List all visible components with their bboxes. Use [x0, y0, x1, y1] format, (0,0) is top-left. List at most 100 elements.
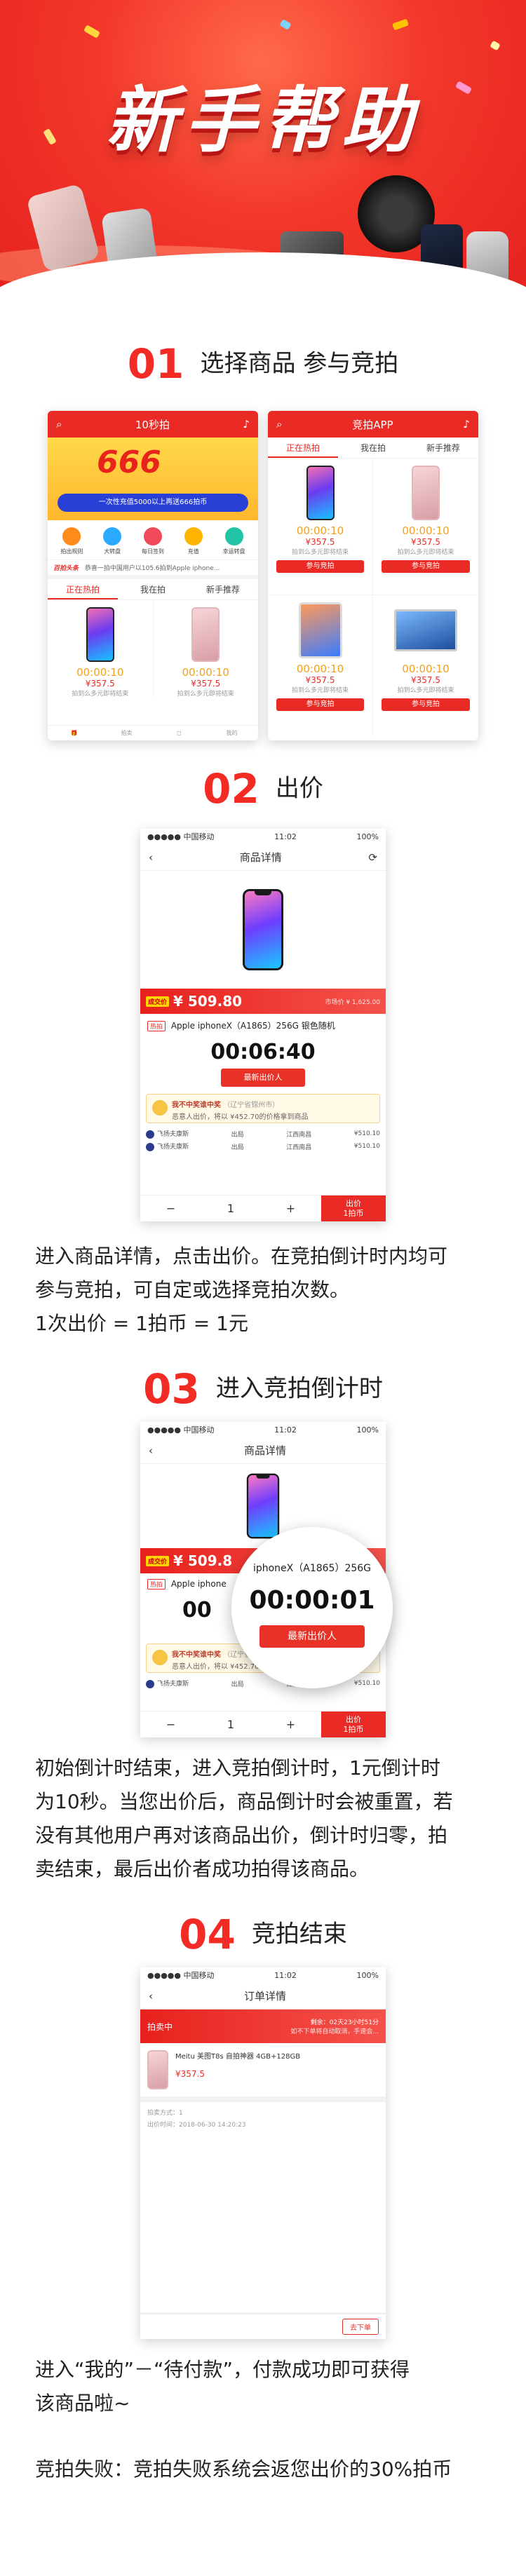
latest-bidder-card: 我不中奖谁中奖 （辽宁省锦州市） 恶意人出价，将以 ¥452.70的价格拿到商品: [146, 1094, 380, 1123]
product-card[interactable]: 00:00:10 ¥357.5 拍到么多元即将结束: [154, 600, 259, 698]
tab-newbie[interactable]: 新手推荐: [188, 579, 258, 599]
hot-tag: 热拍: [147, 1021, 166, 1031]
home-product-grid: 00:00:10 ¥357.5 拍到么多元即将结束 00:00:10 ¥357.…: [48, 600, 258, 698]
bell-icon[interactable]: ♪: [463, 418, 470, 431]
quantity-stepper: − 1 +: [140, 1711, 321, 1737]
list-tabs: 正在热拍 我在拍 新手推荐: [268, 438, 478, 459]
join-auction-button[interactable]: 参与竞拍: [382, 698, 470, 711]
plus-button[interactable]: +: [286, 1718, 295, 1731]
tab-newbie[interactable]: 新手推荐: [408, 438, 478, 458]
order-product-price: ¥357.5: [175, 2069, 205, 2079]
quick-icon-signin[interactable]: 每日签到: [142, 527, 164, 555]
back-icon[interactable]: ‹: [149, 851, 153, 864]
news-ticker[interactable]: 百拍头条 恭喜一拍中国用户以105.6拍到Apple iphone...: [48, 560, 258, 579]
bid-action-bar: − 1 + 出价 1拍币: [140, 1195, 386, 1221]
place-order-button[interactable]: 去下单: [342, 2319, 379, 2335]
product-card[interactable]: 00:00:10 ¥357.5 拍到么多元即将结束 参与竞拍: [373, 459, 478, 595]
gift-icon[interactable]: 🎁: [48, 726, 100, 740]
quantity-value[interactable]: 1: [227, 1718, 234, 1731]
order-meta-line: 出价时间：2018-06-30 14:20:23: [147, 2122, 246, 2129]
bell-icon[interactable]: ♪: [243, 418, 250, 431]
step-heading-1: 01 选择商品 参与竞拍: [0, 337, 526, 390]
order-product-row[interactable]: Meitu 美图T8s 自拍神器 4GB+128GB ¥357.5: [140, 2043, 386, 2096]
quick-icon-rules[interactable]: 拍出规则: [60, 527, 83, 555]
lucky-icon: [224, 527, 243, 545]
join-auction-button[interactable]: 参与竞拍: [276, 560, 364, 573]
bid-button[interactable]: 出价 1拍币: [321, 1195, 386, 1221]
order-status-bar: 拍卖中 剩余：02天23小时51分 如不下单将自动取消，手速会...: [140, 2009, 386, 2043]
step-title: 竞拍结束: [251, 1920, 347, 1948]
product-note: 拍到么多元即将结束: [397, 687, 454, 694]
tab-hot[interactable]: 正在热拍: [48, 579, 118, 599]
app-title: 竞拍APP: [352, 418, 393, 431]
banner-big-number: 666: [97, 445, 161, 480]
tab-mine[interactable]: 我在拍: [118, 579, 188, 599]
laptop-image: [394, 609, 457, 651]
iphone-image: [246, 1473, 280, 1539]
confetti-decoration: [279, 19, 292, 30]
hot-tag: 热拍: [147, 1579, 166, 1589]
back-icon[interactable]: ‹: [149, 1444, 153, 1457]
tab-mine[interactable]: 我在拍: [338, 438, 408, 458]
bottom-tab-auction[interactable]: 拍卖: [100, 726, 153, 740]
step-title: 选择商品 参与竞拍: [200, 349, 399, 378]
promo-banner[interactable]: 666 一次性充值5000以上再送666拍币: [48, 438, 258, 520]
home-screen-mockup: ⌕ 10秒拍 ♪ 666 一次性充值5000以上再送666拍币 拍出规则 大转盘…: [48, 411, 258, 740]
share-icon[interactable]: ⟳: [368, 851, 377, 864]
hero-banner: 新手帮助: [0, 0, 526, 309]
order-countdown-sub: 如不下单将自动取消，手速会...: [290, 2028, 379, 2035]
product-card[interactable]: 00:00:10 ¥357.5 拍到么多元即将结束 参与竞拍: [268, 459, 373, 595]
plus-button[interactable]: +: [286, 1202, 295, 1215]
footer-note: 竞拍失败：竞拍失败系统会返您出价的30%拍币: [35, 2458, 452, 2481]
search-icon[interactable]: ⌕: [56, 418, 62, 431]
step-number: 01: [127, 339, 184, 388]
join-auction-button[interactable]: 参与竞拍: [276, 698, 364, 711]
step-number: 02: [203, 764, 259, 813]
product-card[interactable]: 00:00:10 ¥357.5 拍到么多元即将结束 参与竞拍: [373, 595, 478, 735]
iphone-image: [86, 607, 114, 662]
step-2-screen: ●●●●● 中国移动 11:02 100% ‹ 商品详情 ⟳ 成交价 ¥ 509.8…: [0, 815, 526, 1235]
avatar: [146, 1679, 154, 1688]
product-price: ¥357.5: [191, 679, 221, 689]
current-price: ¥ 509.8: [173, 1552, 233, 1569]
step-heading-2: 02 出价: [0, 761, 526, 815]
bid-history: 飞扬夫康斯 出局 江西南昌 ¥510.10 飞扬夫康斯 出局 江西南昌 ¥510.10: [140, 1123, 386, 1157]
order-navbar: ‹ 订单详情: [140, 1983, 386, 2009]
pink-phone-image: [412, 466, 440, 520]
tab-hot[interactable]: 正在热拍: [268, 438, 338, 458]
bid-button[interactable]: 出价 1拍币: [321, 1711, 386, 1737]
step-title: 出价: [275, 774, 323, 803]
pink-phone-image: [191, 607, 220, 662]
quantity-value[interactable]: 1: [227, 1202, 234, 1215]
list-product-grid: 00:00:10 ¥357.5 拍到么多元即将结束 参与竞拍 00:00:10 …: [268, 459, 478, 735]
wheel-icon: [103, 527, 122, 545]
step-4-screen: ●●●●● 中国移动 11:02 100% ‹ 订单详情 拍卖中 剩余：02天23小…: [0, 1960, 526, 2346]
current-price: ¥ 509.80: [173, 993, 243, 1010]
minus-button[interactable]: −: [166, 1718, 175, 1731]
order-meta: 拍卖方式：1 出价时间：2018-06-30 14:20:23: [140, 2102, 386, 2312]
quick-icons: 拍出规则 大转盘 每日签到 充值 幸运转盘: [48, 520, 258, 560]
auction-timer: 00:06:40: [210, 1040, 316, 1064]
avatar: [146, 1142, 154, 1151]
cart-icon[interactable]: ◻: [153, 726, 205, 740]
bottom-tab-mine[interactable]: 我的: [205, 726, 258, 740]
bid-row: 飞扬夫康斯 出局江西南昌¥510.10: [146, 1127, 380, 1140]
home-bottom-nav: 🎁 拍卖 ◻ 我的: [48, 725, 258, 740]
join-auction-button[interactable]: 参与竞拍: [382, 560, 470, 573]
price-bar: 成交价 ¥ 509.80 市场价 ¥ 1,625.00: [140, 989, 386, 1014]
search-icon[interactable]: ⌕: [276, 418, 282, 431]
back-icon[interactable]: ‹: [149, 1990, 153, 2002]
step-heading-3: 03 进入竞拍倒计时: [0, 1362, 526, 1415]
quick-icon-lucky[interactable]: 幸运转盘: [223, 527, 245, 555]
news-label: 百拍头条: [53, 565, 79, 572]
coin-icon: [184, 527, 203, 545]
product-name: 热拍 Apple iphoneX（A1865）256G 银色随机: [140, 1014, 386, 1037]
quick-icon-wheel[interactable]: 大转盘: [103, 527, 122, 555]
status-bar: ●●●●● 中国移动 11:02 100%: [140, 829, 386, 844]
quick-icon-recharge[interactable]: 充值: [184, 527, 203, 555]
pink-phone-image: [147, 2050, 168, 2089]
minus-button[interactable]: −: [166, 1202, 175, 1215]
product-card[interactable]: 00:00:10 ¥357.5 拍到么多元即将结束: [48, 600, 154, 698]
product-card[interactable]: 00:00:10 ¥357.5 拍到么多元即将结束 参与竞拍: [268, 595, 373, 735]
timer-magnifier: iphoneX（A1865）256G 00:00:01 最新出价人: [231, 1527, 393, 1688]
